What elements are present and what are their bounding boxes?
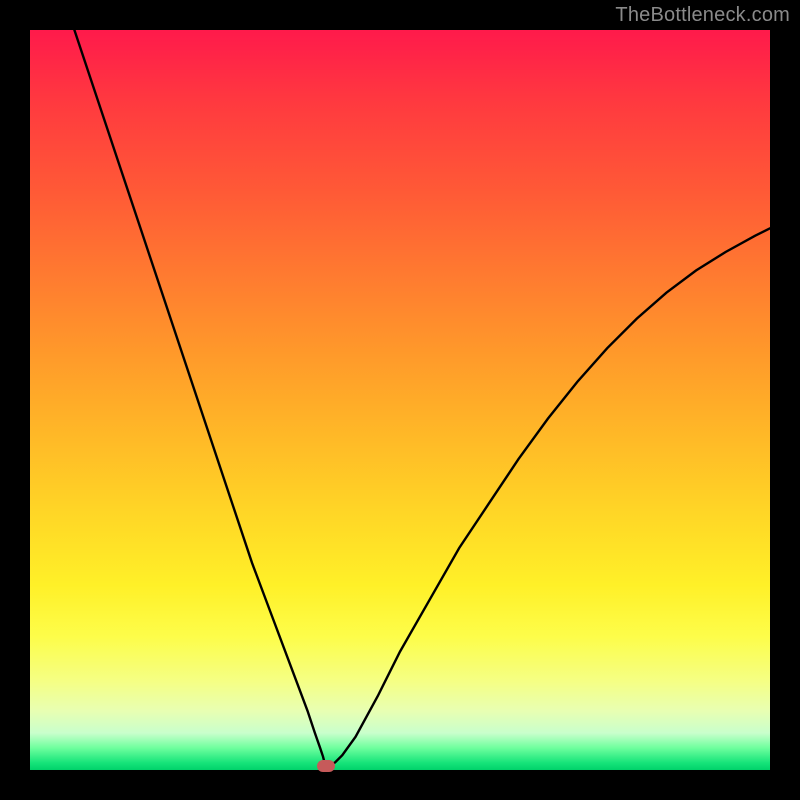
optimal-point-marker — [317, 760, 335, 772]
plot-area — [30, 30, 770, 770]
outer-frame: TheBottleneck.com — [0, 0, 800, 800]
bottleneck-curve — [30, 30, 770, 770]
watermark-text: TheBottleneck.com — [615, 4, 790, 27]
